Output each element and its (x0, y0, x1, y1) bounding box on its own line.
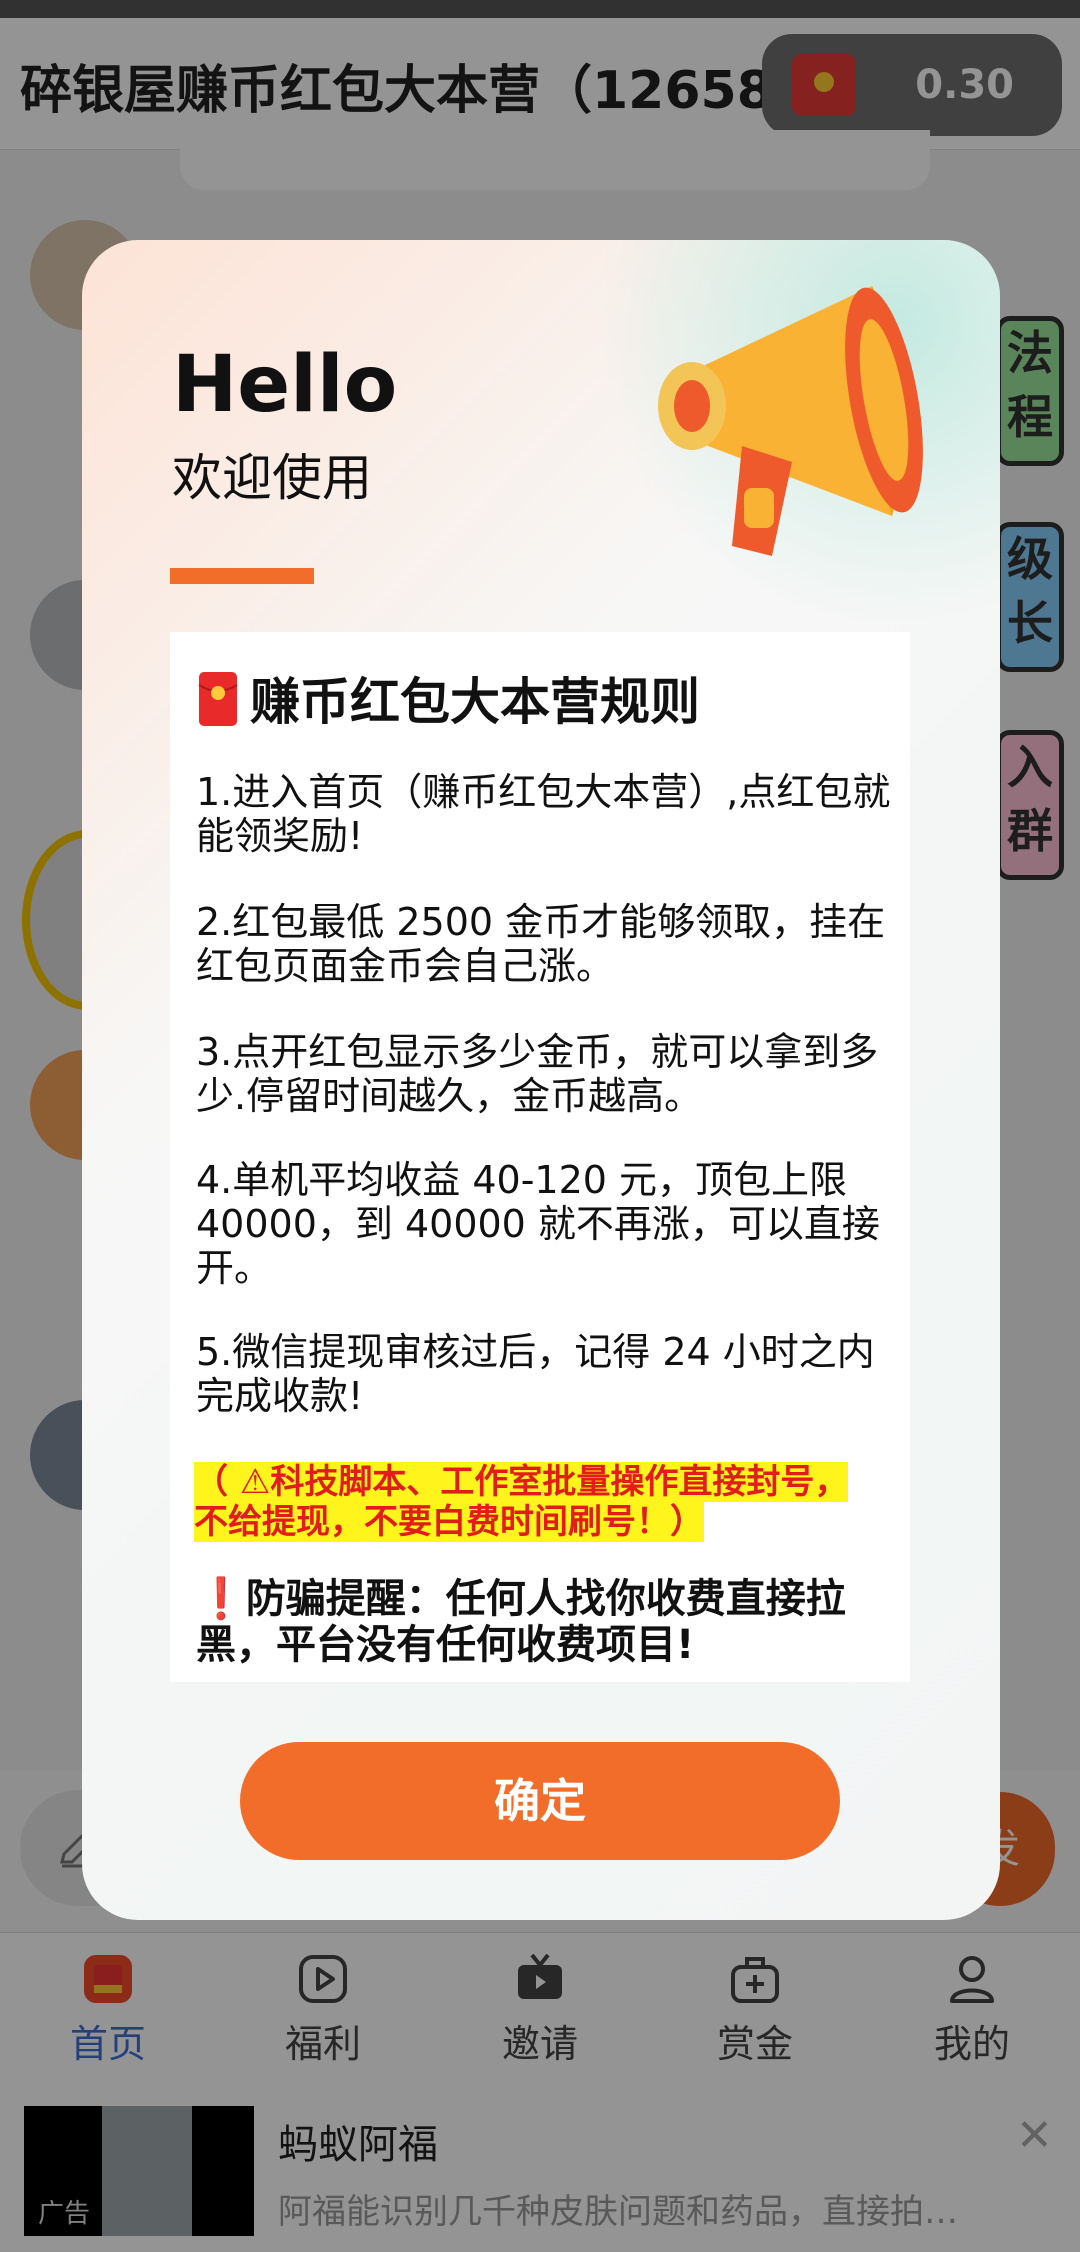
welcome-text: 欢迎使用 (172, 449, 372, 507)
confirm-button[interactable]: 确定 (240, 1742, 840, 1860)
rule-item: 3.点开红包显示多少金币，就可以拿到多少.停留时间越久，金币越高。 (196, 1030, 879, 1118)
rule-item: 1.进入首页（赚币红包大本营）,点红包就能领奖励! (196, 770, 891, 858)
warning-text: （ ⚠科技脚本、工作室批量操作直接封号，不给提现，不要白费时间刷号！） (194, 1462, 849, 1542)
rules-title: 赚币红包大本营规则 (198, 662, 700, 734)
red-envelope-icon (198, 672, 238, 726)
hello-heading: Hello (172, 340, 398, 430)
exclamation-icon: ❗ (196, 1576, 246, 1622)
megaphone-icon (658, 286, 923, 556)
rule-item: 5.微信提现审核过后，记得 24 小时之内完成收款! (196, 1330, 875, 1418)
rule-item: 2.红包最低 2500 金币才能够领取，挂在红包页面金币会自己涨。 (196, 900, 886, 988)
warning-notice: （ ⚠科技脚本、工作室批量操作直接封号，不给提现，不要白费时间刷号！） (194, 1462, 854, 1542)
rules-title-text: 赚币红包大本营规则 (250, 673, 700, 731)
rules-card: 赚币红包大本营规则 1.进入首页（赚币红包大本营）,点红包就能领奖励! 2.红包… (170, 632, 910, 1682)
rule-item: 4.单机平均收益 40-120 元，顶包上限 40000，到 40000 就不再… (196, 1158, 880, 1290)
fraud-notice: ❗防骗提醒：任何人找你收费直接拉黑，平台没有任何收费项目! (196, 1576, 896, 1668)
fraud-notice-text: 防骗提醒：任何人找你收费直接拉黑，平台没有任何收费项目! (196, 1576, 846, 1668)
rules-dialog: Hello 欢迎使用 赚币红包大本营规则 1.进入首页（赚币红包大本营）,点红包… (82, 240, 1000, 1920)
accent-divider (170, 568, 314, 584)
